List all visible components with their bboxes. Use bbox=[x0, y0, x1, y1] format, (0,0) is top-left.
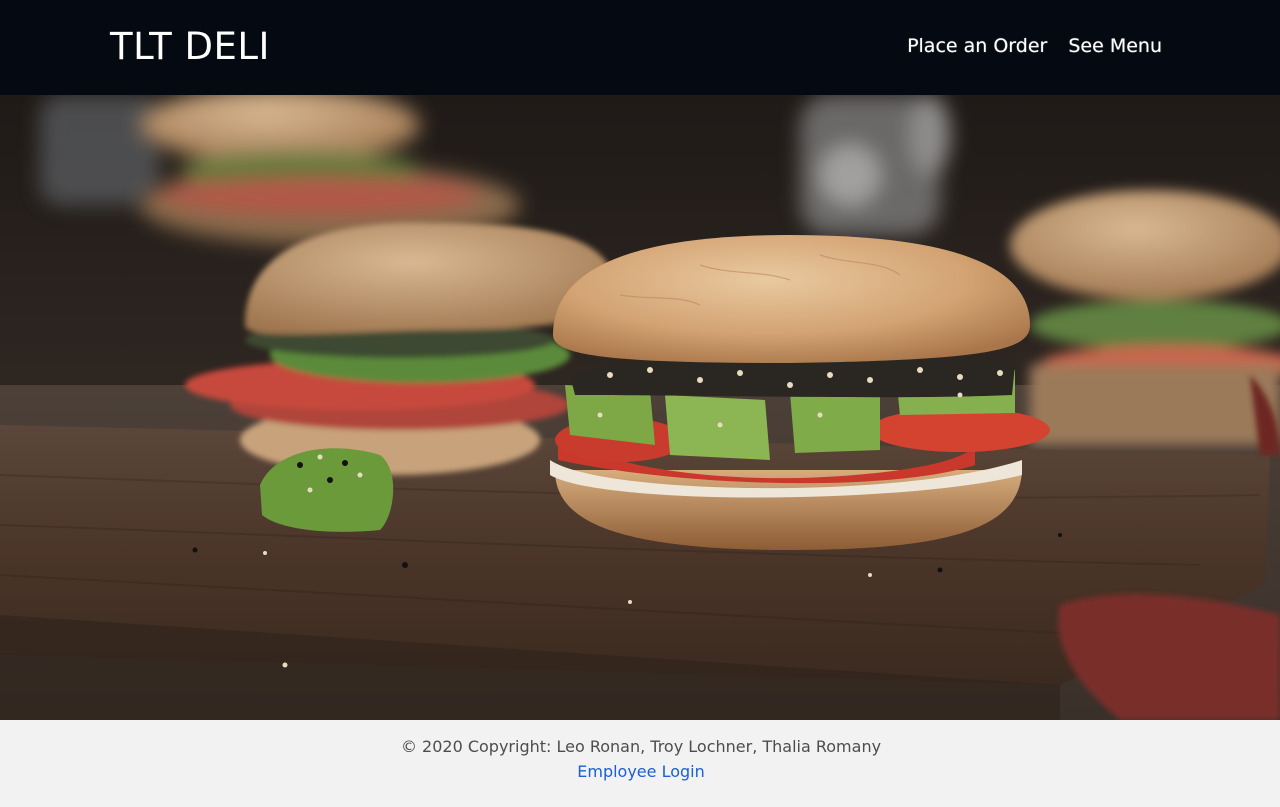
nav-see-menu-link[interactable]: See Menu bbox=[1068, 34, 1162, 58]
bagel-sandwich-photo bbox=[0, 95, 1280, 720]
navbar: TLT DELI Place an Order See Menu bbox=[0, 0, 1280, 95]
nav-links: Place an Order See Menu bbox=[907, 34, 1162, 58]
nav-place-order-link[interactable]: Place an Order bbox=[907, 34, 1047, 58]
employee-login-link[interactable]: Employee Login bbox=[0, 762, 1280, 782]
copyright-text: © 2020 Copyright: Leo Ronan, Troy Lochne… bbox=[400, 737, 882, 756]
brand-logo-link[interactable]: TLT DELI bbox=[110, 24, 270, 70]
footer: © 2020 Copyright: Leo Ronan, Troy Lochne… bbox=[0, 720, 1280, 807]
hero-image bbox=[0, 95, 1280, 720]
